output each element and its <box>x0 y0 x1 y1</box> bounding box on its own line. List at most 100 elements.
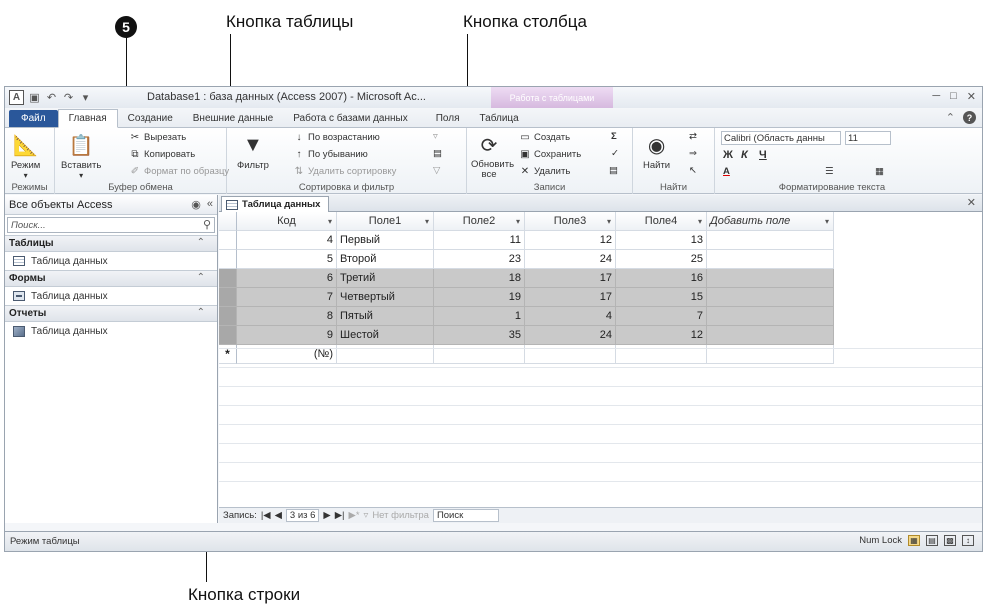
cell-field4[interactable]: 7 <box>616 307 707 326</box>
cell-add-field[interactable] <box>707 269 834 288</box>
cut-button[interactable]: ✂ Вырезать <box>129 131 186 143</box>
selection-filter-icon[interactable]: ▿ <box>433 131 438 142</box>
cell-add-field[interactable] <box>707 288 834 307</box>
copy-button[interactable]: ⧉ Копировать <box>129 148 195 160</box>
cell-add-field[interactable] <box>707 231 834 250</box>
add-field-header[interactable]: Добавить поле ▾ <box>707 212 834 231</box>
advanced-filter-icon[interactable]: ▤ <box>433 148 442 159</box>
cell-id[interactable]: 5 <box>237 250 337 269</box>
spelling-icon[interactable]: ✓ <box>611 148 619 159</box>
cell-field1[interactable]: Первый <box>337 231 434 250</box>
search-icon[interactable]: ⚲ <box>203 218 211 231</box>
new-record-button[interactable]: ▭ Создать <box>519 131 570 143</box>
close-icon[interactable]: ✕ <box>967 90 976 103</box>
filter-status[interactable]: Нет фильтра <box>372 510 429 521</box>
delete-record-button[interactable]: ✕ Удалить <box>519 165 570 177</box>
find-button[interactable]: ◉ Найти <box>643 132 670 172</box>
more-records-icon[interactable]: ▤ <box>609 165 618 176</box>
redo-icon[interactable]: ↷ <box>62 90 75 105</box>
prev-record-icon[interactable]: ◀ <box>275 510 282 521</box>
row-select-button[interactable] <box>219 250 237 269</box>
nav-section-reports[interactable]: Отчеты ⌃ <box>5 305 217 322</box>
cell-field3[interactable]: 4 <box>525 307 616 326</box>
pivot-chart-view-icon[interactable]: ▩ <box>944 535 956 546</box>
cell-field4[interactable]: 12 <box>616 326 707 345</box>
align-icon[interactable]: ☰ <box>825 166 834 177</box>
cell-field4[interactable]: 13 <box>616 231 707 250</box>
column-header-field4[interactable]: Поле4 ▾ <box>616 212 707 231</box>
collapse-pane-icon[interactable]: « <box>207 198 213 211</box>
cell-field1[interactable]: Третий <box>337 269 434 288</box>
new-record-nav-icon[interactable]: ▶* <box>349 510 360 521</box>
font-select[interactable]: Calibri (Область данны <box>721 131 841 145</box>
cell-id[interactable]: 6 <box>237 269 337 288</box>
cell-field2[interactable]: 11 <box>434 231 525 250</box>
record-position-input[interactable]: 3 из 6 <box>285 509 320 522</box>
cell-field1[interactable]: Пятый <box>337 307 434 326</box>
chevron-down-icon[interactable]: ▾ <box>825 217 829 226</box>
remove-sort-button[interactable]: ⇅ Удалить сортировку <box>293 165 397 177</box>
filter-button[interactable]: ▼ Фильтр <box>237 132 269 172</box>
cell-field4[interactable]: 15 <box>616 288 707 307</box>
select-icon[interactable]: ↖ <box>689 165 697 176</box>
cell-add-field[interactable] <box>707 307 834 326</box>
record-search-input[interactable]: Поиск <box>432 509 499 522</box>
cell-add-field[interactable] <box>707 326 834 345</box>
access-logo-icon[interactable]: A <box>9 90 24 105</box>
table-select-button[interactable] <box>219 212 237 231</box>
cell-field3[interactable]: 12 <box>525 231 616 250</box>
cell-add-field[interactable] <box>707 250 834 269</box>
column-header-field2[interactable]: Поле2 ▾ <box>434 212 525 231</box>
row-select-button[interactable] <box>219 307 237 326</box>
tab-table[interactable]: Таблица <box>470 110 529 127</box>
cell-field3[interactable]: 24 <box>525 326 616 345</box>
tab-fields[interactable]: Поля <box>426 110 470 127</box>
row-select-button[interactable] <box>219 288 237 307</box>
next-record-icon[interactable]: ▶ <box>323 510 330 521</box>
row-select-button[interactable] <box>219 231 237 250</box>
paste-button[interactable]: 📋 Вставить ▾ <box>61 132 101 181</box>
customize-qat-icon[interactable]: ▾ <box>79 90 92 105</box>
nav-pane-header[interactable]: Все объекты Access ◉ « <box>5 195 217 215</box>
nav-menu-icon[interactable]: ◉ <box>191 198 201 211</box>
cell-field3[interactable]: 17 <box>525 288 616 307</box>
cell-field2[interactable]: 18 <box>434 269 525 288</box>
datasheet-view-icon[interactable]: ▦ <box>908 535 920 546</box>
nav-item-report[interactable]: Таблица данных <box>5 322 217 340</box>
save-icon[interactable]: ▣ <box>28 90 41 105</box>
nav-section-forms[interactable]: Формы ⌃ <box>5 270 217 287</box>
document-tab[interactable]: Таблица данных <box>221 196 330 212</box>
cell-field4[interactable]: 16 <box>616 269 707 288</box>
cell-field4[interactable]: 25 <box>616 250 707 269</box>
tab-database-tools[interactable]: Работа с базами данных <box>283 110 418 127</box>
cell-field1[interactable]: Шестой <box>337 326 434 345</box>
totals-icon[interactable]: Σ <box>611 131 617 142</box>
nav-item-table[interactable]: Таблица данных <box>5 252 217 270</box>
bold-button[interactable]: Ж <box>723 149 733 161</box>
design-view-icon[interactable]: ↕ <box>962 535 974 546</box>
sort-descending-button[interactable]: ↑ По убыванию <box>293 148 368 160</box>
format-painter-button[interactable]: ✐ Формат по образцу <box>129 165 229 177</box>
chevron-down-icon[interactable]: ▾ <box>698 217 702 226</box>
cell-id[interactable]: 9 <box>237 326 337 345</box>
gridlines-icon[interactable]: ▦ <box>875 166 884 177</box>
row-select-button[interactable] <box>219 269 237 288</box>
nav-search-input[interactable]: Поиск... ⚲ <box>7 217 215 233</box>
cell-field1[interactable]: Четвертый <box>337 288 434 307</box>
replace-icon[interactable]: ⇄ <box>689 131 697 142</box>
ribbon-minimize-icon[interactable]: ⌃ <box>946 111 955 124</box>
underline-button[interactable]: Ч <box>759 149 767 161</box>
close-document-icon[interactable]: ✕ <box>967 196 976 209</box>
tab-external-data[interactable]: Внешние данные <box>183 110 283 127</box>
save-record-button[interactable]: ▣ Сохранить <box>519 148 581 160</box>
chevron-down-icon[interactable]: ▾ <box>328 217 332 226</box>
font-color-icon[interactable]: A <box>723 166 730 177</box>
tab-create[interactable]: Создание <box>118 110 183 127</box>
cell-field2[interactable]: 23 <box>434 250 525 269</box>
font-size-select[interactable]: 11 <box>845 131 891 145</box>
toggle-filter-icon[interactable]: ▽ <box>433 165 440 176</box>
help-icon[interactable]: ? <box>963 111 976 124</box>
chevron-down-icon[interactable]: ▾ <box>607 217 611 226</box>
pivot-table-view-icon[interactable]: ▤ <box>926 535 938 546</box>
chevron-down-icon[interactable]: ▾ <box>516 217 520 226</box>
